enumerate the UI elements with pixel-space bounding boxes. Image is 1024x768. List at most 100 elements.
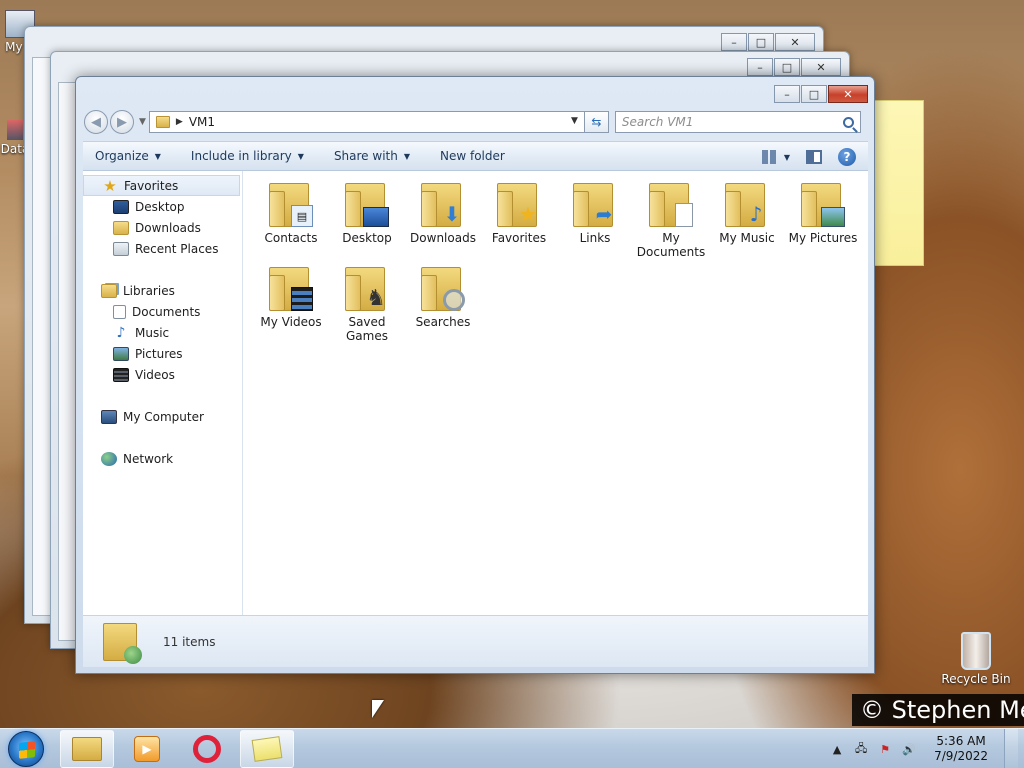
folder-desktop[interactable]: Desktop [329, 179, 405, 263]
show-desktop-button[interactable] [1004, 729, 1018, 768]
folder-my-pictures[interactable]: My Pictures [785, 179, 861, 263]
back-button[interactable]: ◀ [84, 110, 108, 134]
explorer-content: ★ Favorites Desktop Downloads Recent Pla… [83, 171, 868, 615]
volume-icon[interactable]: 🔊 [902, 742, 916, 756]
preview-pane-icon[interactable] [806, 150, 822, 164]
folder-my-videos[interactable]: My Videos [253, 263, 329, 347]
change-view-button[interactable]: ▼ [761, 150, 790, 164]
picture-icon [113, 346, 129, 361]
chevron-down-icon: ▼ [154, 151, 161, 161]
search-input[interactable]: Search VM1 [614, 111, 861, 133]
maximize-button[interactable]: □ [801, 85, 827, 103]
breadcrumb-arrow-icon[interactable]: ▶ [176, 117, 183, 127]
nav-item-desktop[interactable]: Desktop [83, 196, 242, 217]
folder-icon [155, 116, 170, 128]
command-bar: Organize ▼ Include in library ▼ Share with… [83, 141, 868, 171]
nav-item-label: Recent Places [135, 241, 219, 256]
folder-saved-games[interactable]: ♞ Saved Games [329, 263, 405, 347]
new-folder-button[interactable]: New folder [440, 149, 505, 163]
nav-item-downloads[interactable]: Downloads [83, 217, 242, 238]
nav-item-videos[interactable]: Videos [83, 364, 242, 385]
address-bar[interactable]: ▶ VM1 ▼ [148, 111, 585, 133]
start-button[interactable] [8, 730, 44, 767]
network-status-icon[interactable]: 🖧 [854, 742, 868, 756]
document-icon [675, 203, 693, 227]
chevron-down-icon: ▼ [403, 151, 410, 161]
downloads-icon: ⬇ [443, 202, 461, 226]
taskbar-media-player-button[interactable]: ▶ [120, 730, 174, 768]
recycle-bin-icon [961, 632, 991, 670]
nav-item-label: Downloads [135, 220, 201, 235]
desktop-icon [113, 199, 129, 214]
nav-item-recent-places[interactable]: Recent Places [83, 238, 242, 259]
folder-label: My Music [719, 231, 775, 245]
share-with-button[interactable]: Share with ▼ [334, 149, 410, 163]
include-in-library-button[interactable]: Include in library ▼ [191, 149, 304, 163]
folder-searches[interactable]: Searches [405, 263, 481, 347]
nav-item-label: Documents [132, 304, 201, 319]
maximize-button[interactable]: □ [774, 58, 800, 76]
breadcrumb-current[interactable]: VM1 [189, 115, 215, 129]
mouse-cursor-icon [372, 700, 384, 718]
minimize-button[interactable]: – [747, 58, 773, 76]
forward-arrow-icon: ▶ [117, 114, 127, 130]
star-icon: ★ [519, 202, 537, 226]
refresh-button[interactable]: ⇆ [584, 111, 609, 133]
minimize-button[interactable]: – [721, 33, 747, 51]
system-tray: ▲ 🖧 ⚑ 🔊 5:36 AM 7/9/2022 [830, 729, 1024, 768]
nav-item-label: Videos [135, 367, 175, 382]
show-hidden-icons-icon[interactable]: ▲ [830, 742, 844, 756]
copyright-watermark: © Stephen Me [852, 694, 1024, 726]
film-icon [291, 287, 313, 311]
folder-my-documents[interactable]: My Documents [633, 179, 709, 263]
close-button[interactable]: ✕ [828, 85, 868, 103]
nav-item-label: Network [123, 451, 174, 466]
film-icon [113, 367, 129, 382]
folder-user-icon [103, 622, 142, 664]
taskbar-opera-button[interactable] [180, 730, 234, 768]
close-button[interactable]: ✕ [775, 33, 815, 51]
taskbar-explorer-button[interactable] [60, 729, 114, 768]
action-center-icon[interactable]: ⚑ [878, 742, 892, 756]
nav-item-favorites[interactable]: ★ Favorites [83, 175, 240, 196]
nav-item-documents[interactable]: Documents [83, 301, 242, 322]
explorer-window[interactable]: – □ ✕ ◀ ▶ ▼ ▶ VM1 ▼ ⇆ Search VM1 Organiz… [75, 76, 875, 674]
nav-item-pictures[interactable]: Pictures [83, 343, 242, 364]
folder-favorites[interactable]: ★ Favorites [481, 179, 557, 263]
refresh-icon: ⇆ [591, 115, 602, 129]
folder-label: My Documents [636, 231, 706, 259]
taskbar-sticky-notes-button[interactable] [240, 729, 294, 768]
sticky-note-window[interactable] [872, 100, 924, 266]
nav-item-my-computer[interactable]: My Computer [83, 406, 242, 427]
shortcut-icon [7, 120, 23, 140]
nav-item-label: Favorites [124, 178, 179, 193]
forward-button[interactable]: ▶ [110, 110, 134, 134]
opera-icon [193, 734, 221, 763]
nav-item-music[interactable]: ♪ Music [83, 322, 242, 343]
minimize-button[interactable]: – [774, 85, 800, 103]
organize-button[interactable]: Organize ▼ [95, 149, 161, 163]
maximize-button[interactable]: □ [748, 33, 774, 51]
recent-pages-dropdown[interactable]: ▼ [139, 117, 146, 127]
clock[interactable]: 5:36 AM 7/9/2022 [934, 734, 988, 764]
address-dropdown-icon[interactable]: ▼ [571, 116, 578, 126]
nav-item-network[interactable]: Network [83, 448, 242, 469]
nav-item-libraries[interactable]: Libraries [83, 280, 242, 301]
folder-downloads[interactable]: ⬇ Downloads [405, 179, 481, 263]
folder-links[interactable]: ➦ Links [557, 179, 633, 263]
nav-item-label: My Computer [123, 409, 204, 424]
recent-places-icon [113, 241, 129, 256]
file-list: ▤ Contacts Desktop ⬇ Downloads ★ Favorit… [243, 171, 868, 615]
folder-contacts[interactable]: ▤ Contacts [253, 179, 329, 263]
libraries-icon [101, 283, 117, 298]
star-icon: ★ [103, 176, 117, 195]
chevron-down-icon: ▼ [297, 151, 304, 161]
search-icon[interactable] [842, 116, 854, 128]
close-button[interactable]: ✕ [801, 58, 841, 76]
folder-my-music[interactable]: ♪ My Music [709, 179, 785, 263]
clock-time: 5:36 AM [936, 734, 986, 748]
desktop-icon-recycle-bin[interactable]: Recycle Bin [940, 632, 1012, 686]
folder-label: Desktop [342, 231, 392, 245]
help-icon[interactable]: ? [838, 148, 856, 166]
